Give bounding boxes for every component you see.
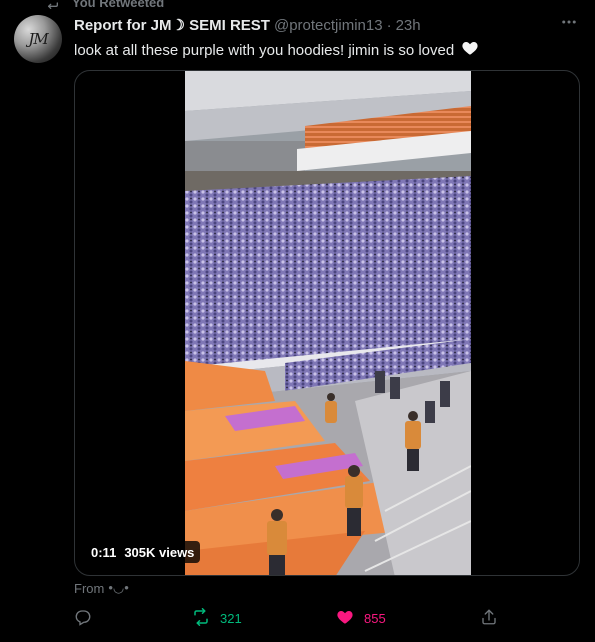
- author-display-name[interactable]: Report for JM☽ SEMI REST: [74, 16, 270, 34]
- video-views: 305K views: [124, 544, 195, 560]
- like-button[interactable]: 855: [336, 607, 386, 629]
- tweet-header: Report for JM☽ SEMI REST @protectjimin13…: [74, 16, 555, 34]
- tweet-timestamp[interactable]: 23h: [396, 17, 421, 34]
- more-icon: [560, 13, 578, 36]
- avatar[interactable]: JM: [14, 15, 62, 63]
- retweet-context: You Retweeted: [44, 0, 164, 10]
- retweet-context-label[interactable]: You Retweeted: [72, 0, 164, 10]
- tweet-source: From •◡•: [74, 580, 129, 596]
- like-count: 855: [364, 610, 386, 626]
- video-frame: [185, 71, 471, 575]
- source-prefix: From: [74, 580, 105, 596]
- action-bar: 321 855: [74, 607, 580, 629]
- author-handle[interactable]: @protectjimin13: [274, 17, 383, 34]
- retweet-icon: [192, 607, 210, 629]
- like-icon: [336, 608, 354, 629]
- avatar-monogram: JM: [28, 30, 48, 48]
- retweet-count: 321: [220, 610, 242, 626]
- tweet-body: look at all these purple with you hoodie…: [74, 42, 455, 59]
- reply-button[interactable]: [74, 607, 102, 629]
- heart-emoji: [461, 39, 479, 61]
- tweet-media[interactable]: 0:11 305K views: [74, 70, 580, 576]
- tweet-text: look at all these purple with you hoodie…: [74, 39, 479, 61]
- header-separator: ·: [386, 17, 392, 34]
- retweet-button[interactable]: 321: [192, 607, 242, 629]
- source-name[interactable]: •◡•: [108, 580, 128, 596]
- reply-icon: [74, 608, 92, 629]
- share-icon: [480, 608, 498, 629]
- share-button[interactable]: [480, 607, 498, 629]
- video-overlay: 0:11 305K views: [85, 541, 201, 563]
- video-player[interactable]: [185, 71, 471, 575]
- more-options-button[interactable]: [559, 14, 579, 34]
- video-duration: 0:11: [91, 544, 117, 560]
- retweet-icon: [44, 0, 60, 12]
